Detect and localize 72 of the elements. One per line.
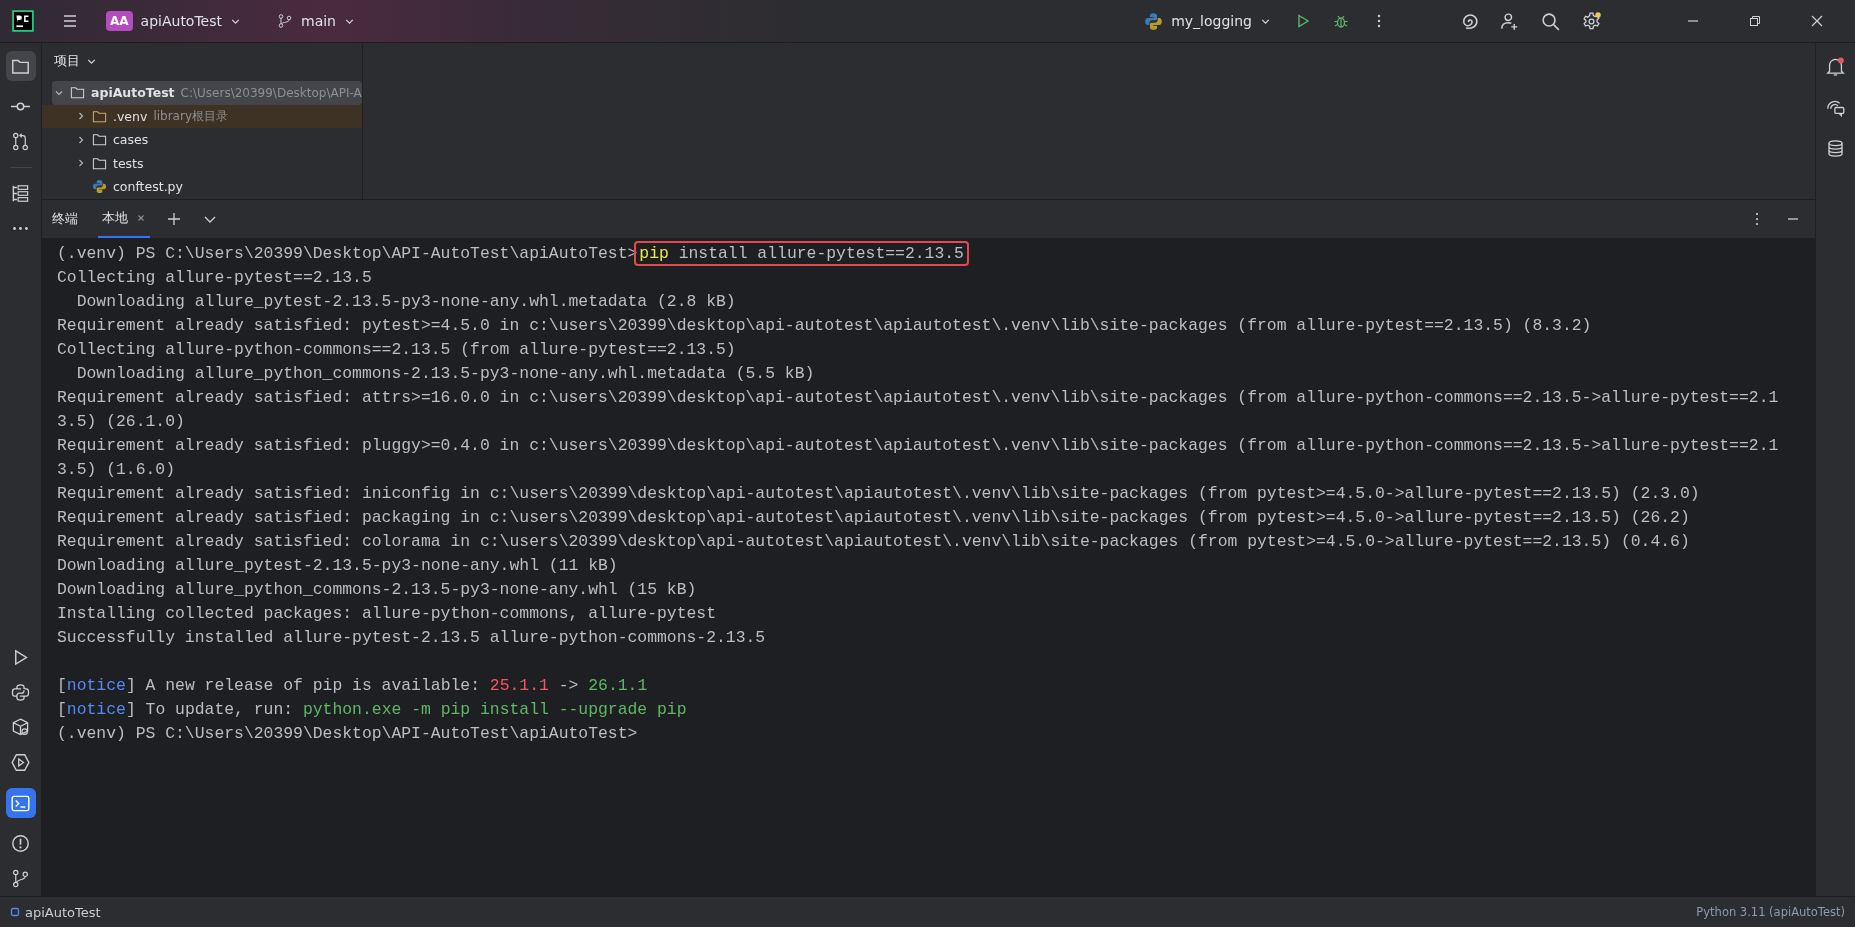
project-switcher[interactable]: AA apiAutoTest — [98, 7, 249, 35]
pull-request-icon[interactable] — [11, 132, 30, 151]
branch-name: main — [301, 13, 336, 29]
bell-icon[interactable] — [1826, 57, 1845, 76]
terminal-line: Collecting allure-pytest==2.13.5 — [57, 267, 373, 289]
restore-icon[interactable] — [1747, 13, 1763, 29]
terminal-line: Requirement already satisfied: pluggy>=0.4.0 in c:\users\20399\desktop\api-autotest\apiautotest\.venv\lib\site-packages (from allure-python-commons==2.13.5->allure-pytest==2.1 — [57, 435, 1780, 457]
run-icon[interactable] — [1295, 13, 1311, 29]
tree-item[interactable]: tests — [113, 155, 144, 171]
project-name: apiAutoTest — [140, 13, 222, 29]
status-project[interactable]: apiAutoTest — [25, 904, 101, 920]
terminal-tab[interactable]: 本地 — [102, 209, 128, 227]
menu-icon[interactable] — [62, 13, 78, 29]
packages-icon[interactable] — [11, 718, 30, 737]
terminal-line: Installing collected packages: allure-python-commons, allure-pytest — [57, 603, 717, 625]
services-icon[interactable] — [11, 753, 30, 772]
terminal-line: Downloading allure_pytest-2.13.5-py3-none-any.whl (11 kB) — [57, 555, 619, 577]
chevron-right-icon[interactable] — [76, 158, 86, 169]
branch-icon — [277, 13, 293, 29]
terminal-line: Requirement already satisfied: pytest>=4.5.0 in c:\users\20399\desktop\api-autotest\apiautotest\.venv\lib\site-packages (from allure-pytest==2.13.5) (8.3.2) — [57, 315, 1593, 337]
branch-icon[interactable] — [11, 869, 30, 888]
terminal-title: 终端 — [52, 210, 78, 228]
python-icon — [1144, 11, 1164, 31]
panel-title[interactable]: 项目 — [54, 52, 80, 70]
add-user-icon[interactable] — [1500, 11, 1519, 31]
project-badge: AA — [106, 11, 133, 31]
terminal-line: (.venv) PS C:\Users\20399\Desktop\API-AutoTest\apiAutoTest> — [57, 723, 639, 745]
tree-item[interactable]: apiAutoTest — [91, 85, 175, 101]
run-config-selector[interactable]: my_logging — [1136, 7, 1279, 35]
terminal-line: Collecting allure-python-commons==2.13.5 (from allure-pytest==2.13.5) — [57, 339, 737, 361]
tree-item-hint: C:\Users\20399\Desktop\API-A — [180, 85, 362, 100]
structure-icon[interactable] — [11, 184, 30, 203]
terminal-line: Downloading allure_python_commons-2.13.5-py3-none-any.whl.metadata (5.5 kB) — [75, 363, 816, 385]
terminal-line: [notice] To update, run: python.exe -m pip install --upgrade pip — [57, 699, 688, 721]
tree-item-hint: library根目录 — [153, 107, 228, 125]
tree-item[interactable]: cases — [113, 132, 149, 148]
terminal-line: Requirement already satisfied: packaging in c:\users\20399\desktop\api-autotest\apiautotest\.venv\lib\site-packages (from pytest>=4.5.0->allure-pytest==2.13.5) (26.2) — [57, 507, 1691, 529]
search-icon[interactable] — [1541, 11, 1560, 31]
terminal-line: Successfully installed allure-pytest-2.13.5 allure-python-commons-2.13.5 — [57, 627, 767, 649]
add-icon[interactable] — [166, 211, 182, 227]
bug-icon[interactable] — [1333, 13, 1349, 29]
settings-icon[interactable] — [1582, 11, 1601, 31]
python-file-icon — [92, 179, 107, 195]
chevron-right-icon[interactable] — [76, 134, 86, 145]
project-icon — [10, 907, 20, 917]
terminal-icon[interactable] — [11, 793, 30, 813]
terminal-line: 3.5) (1.6.0) — [57, 459, 177, 481]
chat-icon[interactable] — [1826, 98, 1845, 117]
folder-icon — [92, 108, 107, 124]
terminal-line: Downloading allure_pytest-2.13.5-py3-none-any.whl.metadata (2.8 kB) — [75, 291, 737, 313]
terminal-line: Requirement already satisfied: colorama in c:\users\20399\desktop\api-autotest\apiautotest\.venv\lib\site-packages (from pytest>=4.5.0->allure-pytest==2.13.5) (0.4.6) — [57, 531, 1691, 553]
database-icon[interactable] — [1826, 139, 1845, 158]
problems-icon[interactable] — [11, 834, 30, 853]
terminal-line: Requirement already satisfied: iniconfig in c:\users\20399\desktop\api-autotest\apiautotest\.venv\lib\site-packages (from pytest>=4.5.0->allure-pytest==2.13.5) (2.3.0) — [57, 483, 1701, 505]
terminal-line: [notice] A new release of pip is available: 25.1.1 -> 26.1.1 — [57, 675, 649, 697]
tree-item[interactable]: .venv — [113, 108, 148, 124]
chevron-right-icon[interactable] — [76, 111, 86, 122]
terminal-line: Requirement already satisfied: attrs>=16.0.0 in c:\users\20399\desktop\api-autotest\apiautotest\.venv\lib\site-packages (from allure-python-commons==2.13.5->allure-pytest==2.1 — [57, 387, 1780, 409]
python-console-icon[interactable] — [11, 683, 30, 702]
tree-item[interactable]: conftest.py — [113, 179, 183, 195]
terminal-line: Downloading allure_python_commons-2.13.5-py3-none-any.whl (15 kB) — [57, 579, 698, 601]
logo-icon[interactable] — [12, 10, 34, 32]
folder-icon — [92, 155, 107, 171]
close-icon[interactable] — [136, 213, 146, 223]
terminal-command: pip install allure-pytest==2.13.5 — [637, 244, 966, 263]
run-config-name: my_logging — [1171, 13, 1252, 29]
folder-icon — [70, 85, 85, 101]
interpreter-selector[interactable]: Python 3.11 (apiAutoTest) — [1696, 905, 1845, 919]
branch-switcher[interactable]: main — [269, 9, 363, 33]
folder-icon — [92, 132, 107, 148]
terminal-line: 3.5) (26.1.0) — [57, 411, 186, 433]
close-icon[interactable] — [1809, 13, 1825, 29]
